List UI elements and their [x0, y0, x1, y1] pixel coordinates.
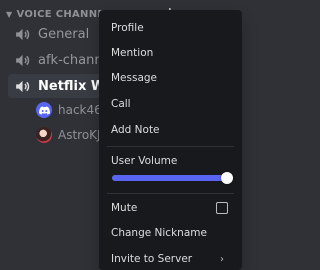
mute-checkbox[interactable] [216, 202, 228, 214]
menu-item-user-volume: User Volume [111, 155, 178, 167]
menu-separator [107, 146, 234, 147]
user-volume-slider-thumb[interactable] [221, 172, 233, 184]
menu-separator [107, 193, 234, 194]
user-volume-slider-fill [112, 175, 227, 181]
speaker-icon [16, 54, 30, 66]
menu-item-message[interactable]: Message [111, 68, 232, 88]
voice-user-hack466[interactable]: hack466 [36, 99, 106, 121]
chevron-down-icon: ▼ [6, 9, 13, 19]
menu-item-add-note[interactable]: Add Note [111, 120, 232, 140]
channel-name: General [38, 26, 90, 42]
speaker-icon [16, 80, 30, 92]
user-name: AstroKJ [58, 128, 101, 142]
menu-item-mention[interactable]: Mention [111, 43, 232, 63]
chevron-right-icon: › [220, 253, 224, 265]
menu-item-invite-to-server[interactable]: Invite to Server › [111, 249, 232, 269]
voice-user-astrokj[interactable]: AstroKJ [36, 124, 106, 146]
menu-item-change-nickname[interactable]: Change Nickname [111, 223, 232, 243]
channel-name: Netflix Watch [38, 78, 108, 94]
discord-logo-icon [36, 102, 52, 118]
speaker-icon [16, 28, 30, 40]
menu-item-call[interactable]: Call [111, 94, 232, 114]
channel-netflix-watch[interactable]: Netflix Watch [8, 74, 108, 98]
user-context-menu: Profile Mention Message Call Add Note Us… [99, 10, 242, 270]
user-photo-avatar [36, 127, 52, 143]
menu-item-mute[interactable]: Mute [111, 198, 232, 218]
menu-item-profile[interactable]: Profile [111, 18, 232, 38]
user-volume-slider[interactable] [112, 172, 233, 184]
